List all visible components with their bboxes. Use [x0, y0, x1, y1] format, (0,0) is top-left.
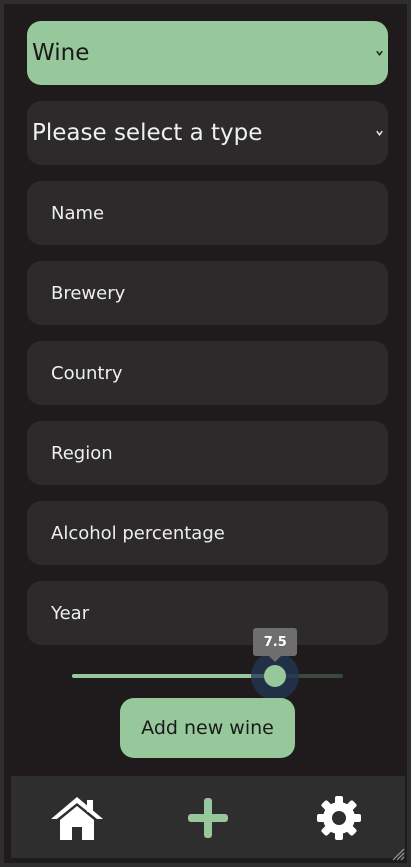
brewery-field-placeholder: Brewery [51, 282, 126, 304]
slider-fill [72, 674, 276, 678]
category-select[interactable]: Wine [27, 21, 388, 85]
region-field[interactable]: Region [27, 421, 388, 485]
type-select[interactable]: Please select a type [27, 101, 388, 165]
brewery-field[interactable]: Brewery [27, 261, 388, 325]
resize-grip-icon[interactable] [391, 847, 405, 861]
slider-thumb[interactable] [264, 665, 287, 687]
alcohol-percentage-field-placeholder: Alcohol percentage [51, 522, 225, 544]
slider-value-tooltip: 7.5 [253, 628, 298, 656]
nav-settings[interactable] [310, 794, 368, 842]
name-field[interactable]: Name [27, 181, 388, 245]
nav-home[interactable] [48, 794, 106, 842]
region-field-placeholder: Region [51, 442, 113, 464]
plus-icon [188, 798, 228, 838]
country-field[interactable]: Country [27, 341, 388, 405]
name-field-placeholder: Name [51, 202, 105, 224]
gear-icon [317, 796, 361, 840]
alcohol-percentage-field[interactable]: Alcohol percentage [27, 501, 388, 565]
year-field[interactable]: Year [27, 581, 388, 645]
home-icon [51, 797, 103, 840]
year-field-placeholder: Year [51, 602, 90, 624]
chevron-down-icon [376, 50, 383, 56]
country-field-placeholder: Country [51, 362, 123, 384]
chevron-down-icon [376, 130, 383, 136]
type-select-value: Please select a type [32, 120, 263, 146]
category-select-value: Wine [32, 40, 90, 66]
add-new-wine-button[interactable]: Add new wine [120, 698, 295, 758]
nav-add[interactable] [179, 794, 237, 842]
bottom-navbar [11, 776, 405, 858]
rating-slider[interactable]: 7.5 [72, 628, 343, 700]
